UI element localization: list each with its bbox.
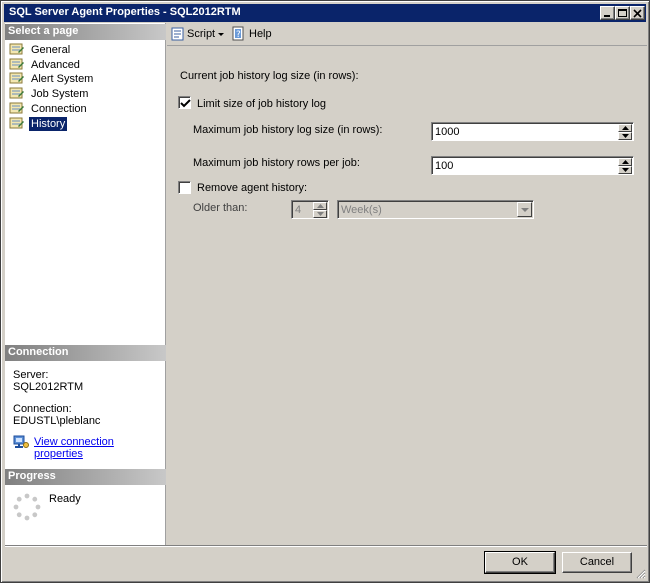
page-icon — [9, 117, 25, 131]
server-value: SQL2012RTM — [13, 381, 84, 393]
maximize-button[interactable] — [615, 6, 630, 20]
page-item-label: Connection — [31, 102, 87, 115]
history-page-content: Current job history log size (in rows): … — [167, 46, 647, 545]
max-log-size-label: Maximum job history log size (in rows): — [193, 124, 383, 136]
max-rows-per-job-label: Maximum job history rows per job: — [193, 157, 360, 169]
current-log-size-label: Current job history log size (in rows): — [180, 70, 359, 82]
older-than-spinner — [313, 202, 327, 218]
chevron-down-icon — [521, 208, 529, 212]
older-than-unit-dropdown-button[interactable] — [517, 202, 532, 217]
close-button[interactable] — [630, 6, 645, 20]
max-log-size-value: 1000 — [435, 126, 460, 138]
resize-grip-icon[interactable] — [635, 568, 646, 579]
page-icon — [9, 58, 25, 72]
page-item-label: Advanced — [31, 58, 80, 71]
maximize-icon — [618, 9, 627, 17]
page-item-alert-system[interactable]: Alert System — [8, 72, 158, 86]
limit-size-label: Limit size of job history log — [197, 98, 326, 110]
properties-window: SQL Server Agent Properties - SQL2012RTM… — [0, 0, 650, 583]
script-button[interactable]: Script — [187, 26, 215, 42]
max-rows-per-job-down-button[interactable] — [618, 166, 632, 174]
max-log-size-up-button[interactable] — [618, 124, 632, 132]
help-icon[interactable]: ? — [231, 26, 247, 42]
window-title: SQL Server Agent Properties - SQL2012RTM — [9, 6, 241, 18]
max-log-size-spinner — [618, 124, 632, 140]
page-item-label: History — [29, 116, 68, 131]
checkmark-icon — [180, 99, 191, 108]
page-item-label: General — [31, 44, 71, 56]
max-rows-per-job-value: 100 — [435, 160, 454, 172]
view-connection-properties-link[interactable]: View connection properties — [34, 436, 165, 460]
older-than-unit-select[interactable]: Week(s) — [337, 200, 534, 219]
remove-history-label: Remove agent history: — [197, 182, 308, 194]
page-item-advanced[interactable]: Advanced — [8, 58, 158, 72]
select-page-header: Select a page — [5, 24, 166, 40]
older-than-label: Older than: — [193, 202, 248, 214]
close-icon — [633, 9, 642, 18]
max-rows-per-job-spinner — [618, 158, 632, 174]
max-log-size-input[interactable]: 1000 — [431, 122, 634, 141]
ok-button[interactable]: OK — [484, 551, 556, 574]
max-rows-per-job-up-button[interactable] — [618, 158, 632, 166]
page-item-history[interactable]: History — [8, 116, 158, 131]
page-item-general[interactable]: General — [8, 43, 158, 57]
page-item-label: Job System — [31, 88, 89, 101]
page-icon — [9, 72, 25, 86]
older-than-up-button[interactable] — [313, 202, 327, 210]
older-than-input[interactable]: 4 — [291, 200, 329, 219]
page-icon — [9, 87, 25, 101]
older-than-value: 4 — [295, 204, 302, 216]
limit-size-checkbox[interactable] — [178, 96, 191, 109]
minimize-button[interactable] — [600, 6, 615, 20]
page-item-job-system[interactable]: Job System — [8, 87, 158, 101]
minimize-icon — [604, 15, 610, 17]
connection-header: Connection — [5, 345, 166, 361]
older-than-down-button[interactable] — [313, 210, 327, 218]
connection-label: Connection: — [13, 403, 72, 415]
toolbar: Script ? Help — [167, 23, 647, 45]
cancel-button[interactable]: Cancel — [562, 552, 632, 573]
progress-header: Progress — [5, 469, 166, 485]
max-rows-per-job-input[interactable]: 100 — [431, 156, 634, 175]
script-icon[interactable] — [170, 26, 186, 42]
remove-history-checkbox[interactable] — [178, 181, 191, 194]
page-item-connection[interactable]: Connection — [8, 102, 158, 116]
bottom-divider — [5, 545, 647, 547]
older-than-unit-value: Week(s) — [341, 204, 382, 216]
max-log-size-down-button[interactable] — [618, 132, 632, 140]
left-pane: Select a page General Advanced Alert Syste… — [5, 23, 166, 545]
connection-properties-icon — [13, 435, 29, 449]
page-icon — [9, 43, 25, 57]
server-label: Server: — [13, 369, 49, 381]
page-item-label: Alert System — [31, 73, 94, 86]
progress-spinner-icon — [13, 493, 41, 521]
script-dropdown-arrow-icon[interactable] — [217, 26, 227, 42]
page-icon — [9, 102, 25, 116]
connection-value: EDUSTL\pleblanc — [13, 415, 101, 427]
help-button[interactable]: Help — [249, 26, 272, 42]
progress-status: Ready — [49, 493, 81, 505]
svg-text:?: ? — [236, 30, 241, 40]
title-bar[interactable]: SQL Server Agent Properties - SQL2012RTM — [4, 4, 646, 22]
